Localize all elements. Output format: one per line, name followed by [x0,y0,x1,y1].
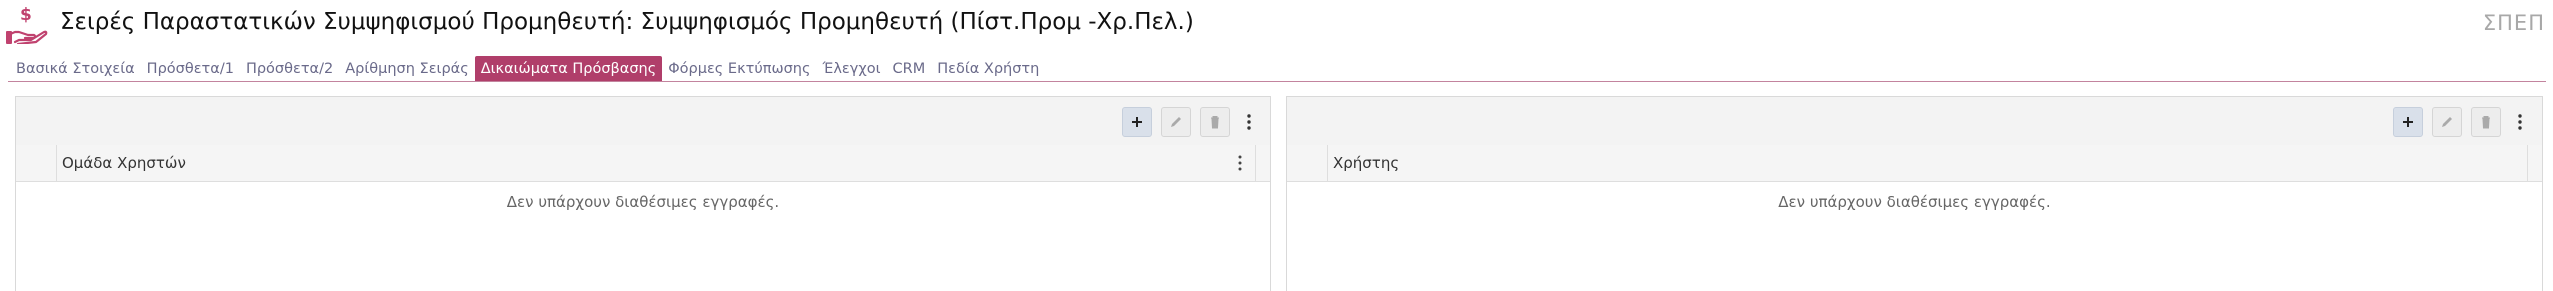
plus-icon [2403,117,2413,127]
hand-money-icon: $ [6,4,50,46]
row-selector-header [1287,145,1328,181]
column-header-user-group[interactable]: Ομάδα Χρηστών [62,154,186,172]
user-groups-panel: Ομάδα Χρηστών Δεν υπάρχουν διαθέσιμες εγ… [15,96,1271,291]
kebab-menu-icon [1247,114,1251,130]
page-header: $ Σειρές Παραστατικών Συμψηφισμού Προμηθ… [0,0,2553,52]
tab-crm[interactable]: CRM [887,56,932,82]
tab-print-forms[interactable]: Φόρμες Εκτύπωσης [662,56,816,82]
delete-button[interactable] [1200,107,1230,137]
scrollbar-header [1255,145,1270,181]
kebab-menu-icon [1238,155,1242,171]
tab-additional-2[interactable]: Πρόσθετα/2 [240,56,339,82]
users-panel: Χρήστης Δεν υπάρχουν διαθέσιμες εγγραφές… [1286,96,2543,291]
tab-bar: Βασικά Στοιχεία Πρόσθετα/1 Πρόσθετα/2 Αρ… [10,56,1045,82]
tab-additional-1[interactable]: Πρόσθετα/1 [141,56,240,82]
tab-access-rights[interactable]: Δικαιώματα Πρόσβασης [474,56,663,82]
trash-icon [1211,116,1219,129]
column-header-user[interactable]: Χρήστης [1333,154,1399,172]
tab-checks[interactable]: Έλεγχοι [817,56,887,82]
tab-series-numbering[interactable]: Αρίθμηση Σειράς [339,56,474,82]
scrollbar-header [2527,145,2542,181]
add-button[interactable] [1122,107,1152,137]
delete-button[interactable] [2471,107,2501,137]
pencil-icon [1171,117,1181,127]
tab-basic-info[interactable]: Βασικά Στοιχεία [10,56,141,82]
more-options-button[interactable] [2511,107,2531,137]
grid-header: Ομάδα Χρηστών [16,145,1270,182]
kebab-menu-icon [2518,114,2522,130]
empty-message: Δεν υπάρχουν διαθέσιμες εγγραφές. [506,193,780,211]
grid-header: Χρήστης [1287,145,2542,182]
tab-user-fields[interactable]: Πεδία Χρήστη [931,56,1045,82]
column-menu-button[interactable] [1232,153,1248,173]
pencil-icon [2442,117,2452,127]
grid-toolbar [16,97,1270,146]
page-title: Σειρές Παραστατικών Συμψηφισμού Προμηθευ… [60,9,1194,35]
trash-icon [2482,116,2490,129]
series-code: ΣΠΕΠ [2482,11,2545,35]
plus-icon [1132,117,1142,127]
edit-button[interactable] [1161,107,1191,137]
tab-divider [8,81,2546,82]
empty-message: Δεν υπάρχουν διαθέσιμες εγγραφές. [1778,193,2051,211]
grid-toolbar [1287,97,2542,146]
more-options-button[interactable] [1240,107,1260,137]
add-button[interactable] [2393,107,2423,137]
row-selector-header [16,145,57,181]
edit-button[interactable] [2432,107,2462,137]
svg-text:$: $ [20,5,32,25]
